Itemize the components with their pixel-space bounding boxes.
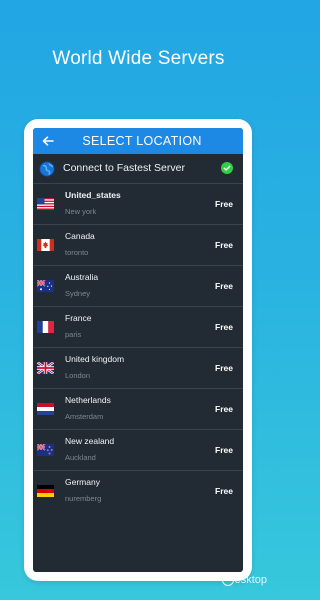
server-price: Free [215,281,233,291]
new-zealand-flag-icon [37,444,54,456]
server-city: nuremberg [65,494,102,503]
server-city: New york [65,207,97,216]
server-city: Sydney [65,289,91,298]
server-row-united-kingdom[interactable]: United kingdom London Free [33,348,243,389]
server-row-australia[interactable]: Australia Sydney Free [33,266,243,307]
server-price: Free [215,199,233,209]
server-row-new-zealand[interactable]: New zealand Auckland Free [33,430,243,471]
server-row-france[interactable]: France paris Free [33,307,243,348]
us-flag-icon [37,198,54,210]
server-country: Australia [65,272,99,282]
server-city: toronto [65,248,89,257]
server-price: Free [215,404,233,414]
back-arrow-icon[interactable] [40,133,56,149]
server-country: France [65,313,92,323]
server-row-canada[interactable]: Canada toronto Free [33,225,243,266]
fastest-server-label: Connect to Fastest Server [63,162,185,174]
server-price: Free [215,322,233,332]
server-price: Free [215,486,233,496]
check-icon [221,162,233,174]
server-country: New zealand [65,436,115,446]
watermark-text: esktop [234,574,267,586]
watermark-logo-icon [221,574,234,586]
server-price: Free [215,363,233,373]
australia-flag-icon [37,280,54,292]
germany-flag-icon [37,485,54,497]
fastest-server-button[interactable]: Connect to Fastest Server [33,154,243,184]
server-price: Free [215,445,233,455]
server-city: paris [65,330,82,339]
watermark: esktop [221,574,267,586]
server-row-united-states[interactable]: United_states New york Free [33,184,243,225]
server-country: Netherlands [65,395,111,405]
server-city: Auckland [65,453,96,462]
france-flag-icon [37,321,54,333]
page-title: SELECT LOCATION [82,134,202,148]
uk-flag-icon [37,362,54,374]
phone-frame: SELECT LOCATION Connect to Fastest Serve… [24,119,252,581]
app-bar: SELECT LOCATION [33,128,243,154]
server-country: United kingdom [65,354,125,364]
server-country: United_states [65,190,121,200]
server-row-netherlands[interactable]: Netherlands Amsterdam Free [33,389,243,430]
server-city: London [65,371,91,380]
server-price: Free [215,240,233,250]
app-screen: SELECT LOCATION Connect to Fastest Serve… [33,128,243,572]
server-row-germany[interactable]: Germany nuremberg Free [33,471,243,512]
server-city: Amsterdam [65,412,104,421]
server-country: Germany [65,477,100,487]
netherlands-flag-icon [37,403,54,415]
server-country: Canada [65,231,95,241]
globe-icon [38,160,56,178]
headline: World Wide Servers [52,48,225,69]
canada-flag-icon [37,239,54,251]
